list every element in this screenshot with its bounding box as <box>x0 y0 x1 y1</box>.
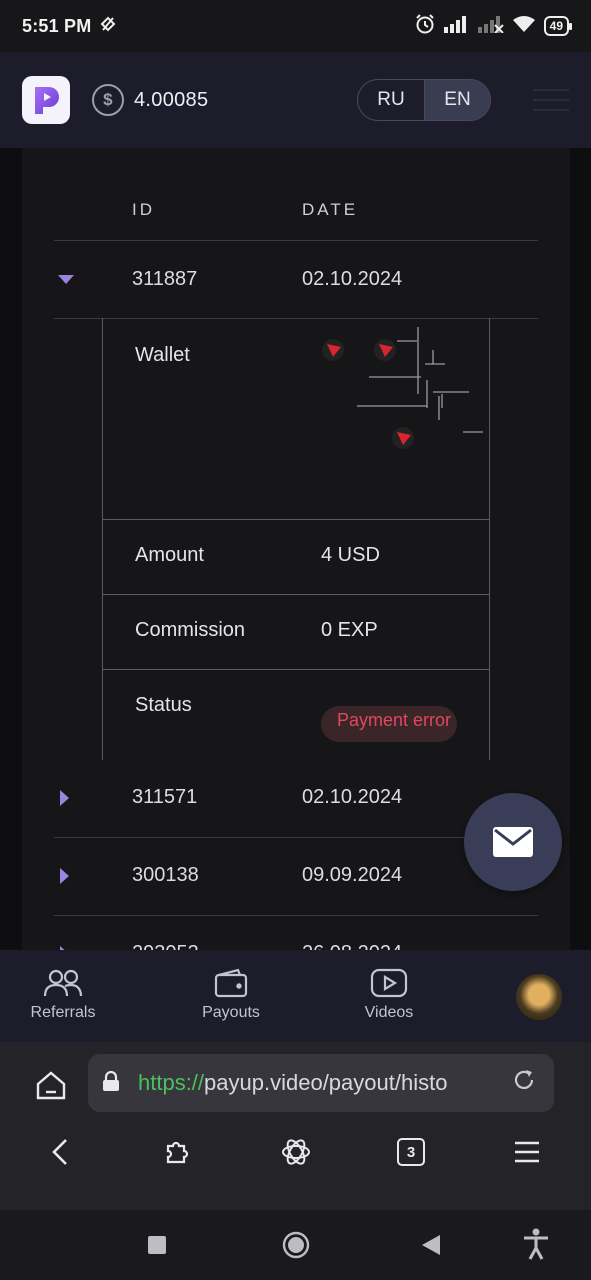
commission-value: 0 EXP <box>321 619 378 641</box>
home-icon[interactable] <box>34 1068 68 1102</box>
status-bar: 5:51 PM 49 <box>0 0 591 52</box>
row-id: 311887 <box>132 268 198 290</box>
play-icon <box>334 966 444 1000</box>
divider <box>54 240 538 241</box>
back-icon[interactable] <box>40 1132 80 1172</box>
lock-icon <box>102 1070 122 1096</box>
amount-row: Amount 4 USD <box>103 520 489 595</box>
wallet-icon <box>176 966 286 1000</box>
status-row: Status Payment error <box>103 670 489 760</box>
url-scheme: https:// <box>138 1070 205 1095</box>
language-switcher: RU EN <box>357 79 491 121</box>
wallet-qr-icon <box>322 327 483 449</box>
referrals-icon <box>8 966 118 1000</box>
commission-label: Commission <box>135 619 246 641</box>
signal-icon <box>443 15 470 38</box>
balance: $ 4.00085 <box>92 84 208 116</box>
commission-row: Commission 0 EXP <box>103 595 489 670</box>
reload-icon[interactable] <box>512 1068 536 1099</box>
browser-toolbar: https:// payup.video/payout/histo 3 <box>0 1042 591 1210</box>
balance-value: 4.00085 <box>134 88 209 111</box>
menu-icon[interactable] <box>507 1132 547 1172</box>
row-detail: Wallet Amount 4 USD Commission 0 EXP Sta… <box>102 318 490 760</box>
nav-referrals-label: Referrals <box>30 1004 96 1021</box>
wallet-label: Wallet <box>135 344 190 366</box>
extension-icon[interactable] <box>158 1132 198 1172</box>
battery-icon: 49 <box>543 16 573 36</box>
status-badge: Payment error <box>321 706 457 742</box>
column-id: ID <box>132 200 155 219</box>
status-time: 5:51 PM <box>22 15 92 36</box>
nav-payouts-label: Payouts <box>202 1004 260 1021</box>
lang-en-button[interactable]: EN <box>424 80 490 120</box>
row-id: 293053 <box>132 942 199 950</box>
nav-videos[interactable]: Videos <box>334 966 444 1022</box>
browser-actions: 3 <box>0 1132 591 1172</box>
column-date: DATE <box>302 200 359 219</box>
table-row[interactable]: 293053 26.08.2024 <box>54 916 538 950</box>
nav-referrals[interactable]: Referrals <box>8 966 118 1022</box>
chevron-down-icon[interactable] <box>58 272 74 288</box>
alarm-icon <box>414 13 436 40</box>
chevron-right-icon[interactable] <box>58 868 70 887</box>
wallet-row: Wallet <box>103 318 489 520</box>
dollar-coin-icon: $ <box>92 84 124 116</box>
nav-payouts[interactable]: Payouts <box>176 966 286 1022</box>
vpn-key-icon <box>99 15 117 38</box>
amount-label: Amount <box>135 544 204 566</box>
row-date: 09.09.2024 <box>302 864 403 886</box>
table-header: ID DATE <box>54 188 538 240</box>
user-avatar[interactable] <box>516 974 562 1020</box>
amount-value: 4 USD <box>321 544 380 566</box>
table-row[interactable]: 311571 02.10.2024 <box>54 760 538 836</box>
recents-icon[interactable] <box>147 1235 167 1260</box>
tab-count: 3 <box>397 1138 425 1166</box>
mail-button[interactable] <box>464 793 562 891</box>
lang-ru-button[interactable]: RU <box>358 80 424 120</box>
payout-history: ID DATE 311887 02.10.2024 Wallet Amount … <box>0 148 591 950</box>
payup-logo-icon[interactable] <box>22 76 70 124</box>
row-id: 311571 <box>132 786 198 808</box>
row-date: 26.08.2024 <box>302 942 402 950</box>
row-date: 02.10.2024 <box>302 786 403 808</box>
home-circle-icon[interactable] <box>282 1231 310 1264</box>
system-nav <box>0 1210 591 1280</box>
mail-icon <box>493 827 533 857</box>
tabs-icon[interactable]: 3 <box>391 1132 431 1172</box>
row-date: 02.10.2024 <box>302 268 403 290</box>
hamburger-icon[interactable] <box>533 89 569 111</box>
chevron-right-icon[interactable] <box>58 790 70 809</box>
wifi-icon <box>512 15 536 38</box>
url-text: payup.video/payout/histo <box>204 1070 448 1095</box>
app-header: $ 4.00085 RU EN <box>0 52 591 148</box>
status-label: Status <box>135 694 192 716</box>
table-row[interactable]: 311887 02.10.2024 <box>54 242 538 318</box>
row-id: 300138 <box>132 864 199 886</box>
accessibility-icon[interactable] <box>522 1228 550 1265</box>
nav-videos-label: Videos <box>364 1004 414 1021</box>
chatgpt-icon[interactable] <box>276 1132 316 1172</box>
bottom-nav: Referrals Payouts Videos <box>0 950 591 1042</box>
url-bar[interactable]: https:// payup.video/payout/histo <box>88 1054 554 1112</box>
no-signal-icon <box>477 15 504 38</box>
back-triangle-icon[interactable] <box>420 1234 442 1261</box>
